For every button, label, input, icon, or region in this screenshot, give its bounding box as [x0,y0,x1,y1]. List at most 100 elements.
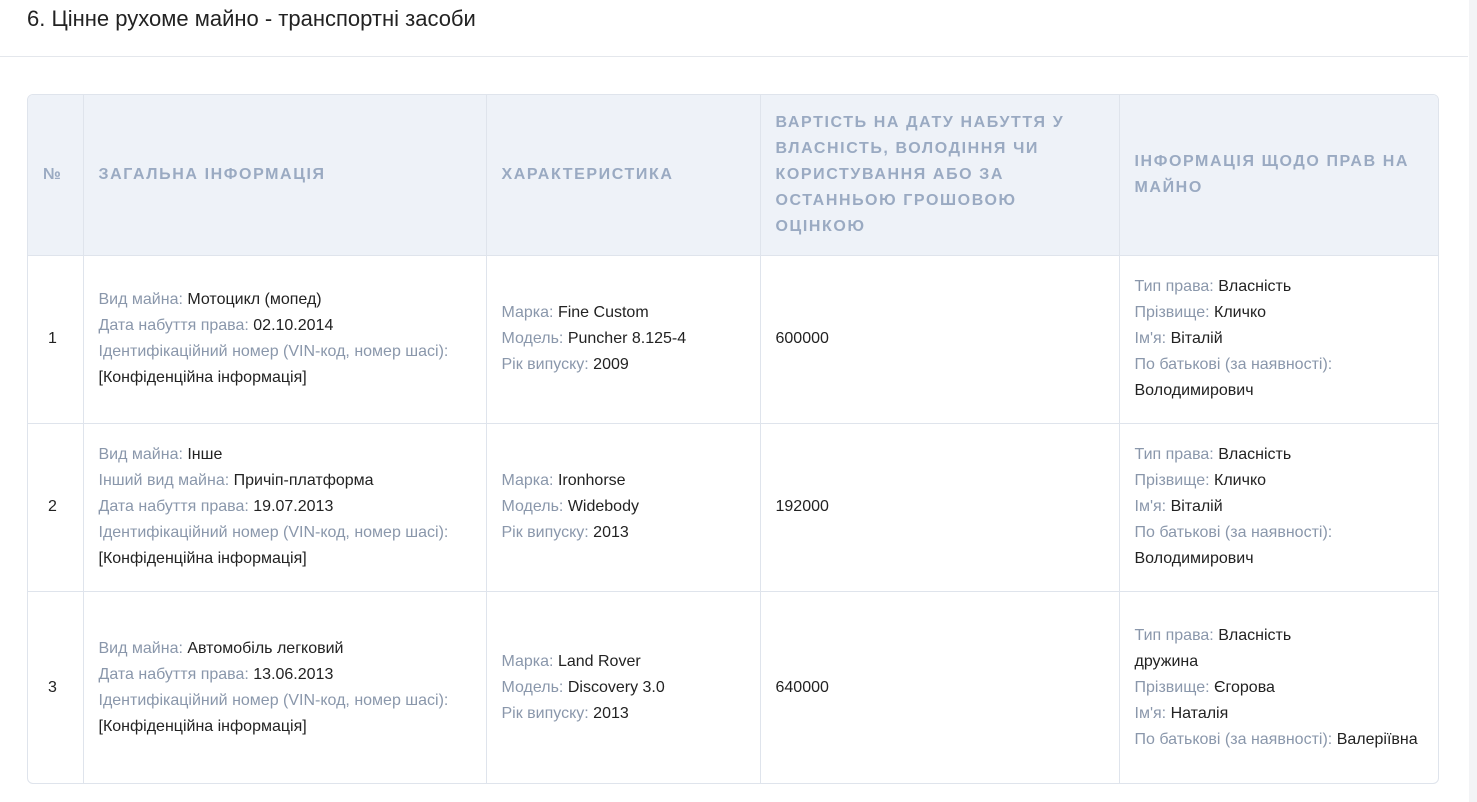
value-cell: 192000 [760,423,1120,592]
patronymic-label: По батькові (за наявності): [1134,524,1333,541]
right-type-label: Тип права: [1134,278,1214,295]
surname-line: Прізвище: Єгорова [1135,675,1426,701]
vertical-scrollbar[interactable] [1469,0,1477,802]
name-label: Ім'я: [1134,498,1167,515]
characteristics-cell: Марка: Ironhorse Модель: Widebody Рік ви… [486,423,761,592]
brand-value: Fine Custom [557,304,649,321]
patronymic-label: По батькові (за наявності): [1134,730,1333,748]
year-value: 2013 [593,704,629,722]
year-value: 2009 [593,356,629,373]
kind-label: Вид майна: [98,639,183,657]
vin-value: [Конфіденційна інформація] [98,717,307,735]
acq-date-label: Дата набуття права: [98,665,249,683]
table-header-row: № ЗАГАЛЬНА ІНФОРМАЦІЯ ХАРАКТЕРИСТИКА ВАР… [28,95,1438,256]
kind-line: Вид майна: Автомобіль легковий [99,636,471,662]
kind-line: Вид майна: Інше [99,442,471,468]
patronymic-line: По батькові (за наявності): Володимирови… [1135,352,1426,404]
right-type-value: Власність [1218,626,1292,644]
year-line: Рік випуску: 2009 [502,352,745,378]
patronymic-label: По батькові (за наявності): [1134,356,1333,373]
brand-label: Марка: [501,652,554,670]
patronymic-value: Валеріївна [1336,730,1418,748]
surname-line: Прізвище: Кличко [1135,468,1426,494]
general-info-cell: Вид майна: Автомобіль легковий Дата набу… [83,591,487,783]
right-type-line: Тип права: Власність [1135,442,1426,468]
vin-value: [Конфіденційна інформація] [98,369,307,386]
brand-line: Марка: Ironhorse [502,468,745,494]
brand-value: Ironhorse [557,472,626,489]
value-cell: 600000 [760,255,1120,424]
relation-value: дружина [1134,652,1199,670]
other-kind-value: Причіп-платформа [233,472,374,489]
vin-line: Ідентифікаційний номер (VIN-код, номер ш… [99,520,471,572]
model-line: Модель: Discovery 3.0 [502,675,745,701]
brand-line: Марка: Fine Custom [502,300,745,326]
name-label: Ім'я: [1134,704,1167,722]
acq-date-value: 02.10.2014 [253,317,334,334]
brand-label: Марка: [501,304,554,321]
year-label: Рік випуску: [501,524,589,541]
patronymic-line: По батькові (за наявності): Валеріївна [1135,727,1426,753]
row-number: 2 [28,423,84,592]
vehicles-table-container: № ЗАГАЛЬНА ІНФОРМАЦІЯ ХАРАКТЕРИСТИКА ВАР… [27,94,1439,784]
model-value: Puncher 8.125-4 [567,330,687,347]
characteristics-cell: Марка: Fine Custom Модель: Puncher 8.125… [486,255,761,424]
acq-date-line: Дата набуття права: 13.06.2013 [99,662,471,688]
kind-label: Вид майна: [98,291,183,308]
vin-line: Ідентифікаційний номер (VIN-код, номер ш… [99,688,471,740]
brand-value: Land Rover [557,652,641,670]
name-line: Ім'я: Віталій [1135,326,1426,352]
surname-value: Єгорова [1214,678,1275,696]
other-kind-line: Інший вид майна: Причіп-платформа [99,468,471,494]
vin-label: Ідентифікаційний номер (VIN-код, номер ш… [98,691,449,709]
kind-value: Інше [187,446,223,463]
acq-date-value: 13.06.2013 [253,665,334,683]
row-number: 1 [28,255,84,424]
header-general: ЗАГАЛЬНА ІНФОРМАЦІЯ [83,95,487,256]
value-cell: 640000 [760,591,1120,783]
general-info-cell: Вид майна: Інше Інший вид майна: Причіп-… [83,423,487,592]
patronymic-value: Володимирович [1134,550,1254,567]
model-line: Модель: Widebody [502,494,745,520]
table-row: 1 Вид майна: Мотоцикл (мопед) Дата набут… [28,255,1438,424]
name-line: Ім'я: Віталій [1135,494,1426,520]
table-row: 3 Вид майна: Автомобіль легковий Дата на… [28,591,1438,783]
name-value: Наталія [1170,704,1229,722]
surname-value: Кличко [1214,472,1267,489]
surname-value: Кличко [1214,304,1267,321]
page: 6. Цінне рухоме майно - транспортні засо… [0,0,1477,802]
kind-line: Вид майна: Мотоцикл (мопед) [99,287,471,313]
name-value: Віталій [1170,330,1223,347]
patronymic-value: Володимирович [1134,382,1254,399]
rights-cell: Тип права: Власність Прізвище: Кличко Ім… [1119,255,1438,424]
vin-line: Ідентифікаційний номер (VIN-код, номер ш… [99,339,471,391]
surname-label: Прізвище: [1134,304,1210,321]
right-type-line: Тип права: Власність [1135,274,1426,300]
table-row: 2 Вид майна: Інше Інший вид майна: Причі… [28,423,1438,592]
year-line: Рік випуску: 2013 [502,701,745,727]
year-line: Рік випуску: 2013 [502,520,745,546]
name-value: Віталій [1170,498,1223,515]
section-title: 6. Цінне рухоме майно - транспортні засо… [27,6,476,31]
acq-date-label: Дата набуття права: [98,317,249,334]
header-num: № [28,95,84,256]
acq-date-value: 19.07.2013 [253,498,334,515]
model-label: Модель: [501,498,564,515]
other-kind-label: Інший вид майна: [98,472,230,489]
header-characteristics: ХАРАКТЕРИСТИКА [486,95,761,256]
header-value: ВАРТІСТЬ НА ДАТУ НАБУТТЯ У ВЛАСНІСТЬ, ВО… [760,95,1120,256]
vin-value: [Конфіденційна інформація] [98,550,307,567]
brand-label: Марка: [501,472,554,489]
characteristics-cell: Марка: Land Rover Модель: Discovery 3.0 … [486,591,761,783]
patronymic-line: По батькові (за наявності): Володимирови… [1135,520,1426,572]
right-type-value: Власність [1218,446,1292,463]
kind-value: Мотоцикл (мопед) [187,291,322,308]
general-info-cell: Вид майна: Мотоцикл (мопед) Дата набуття… [83,255,487,424]
year-label: Рік випуску: [501,356,589,373]
year-label: Рік випуску: [501,704,589,722]
surname-label: Прізвище: [1134,678,1210,696]
rights-cell: Тип права: Власність дружина Прізвище: Є… [1119,591,1438,783]
name-label: Ім'я: [1134,330,1167,347]
rights-cell: Тип права: Власність Прізвище: Кличко Ім… [1119,423,1438,592]
name-line: Ім'я: Наталія [1135,701,1426,727]
